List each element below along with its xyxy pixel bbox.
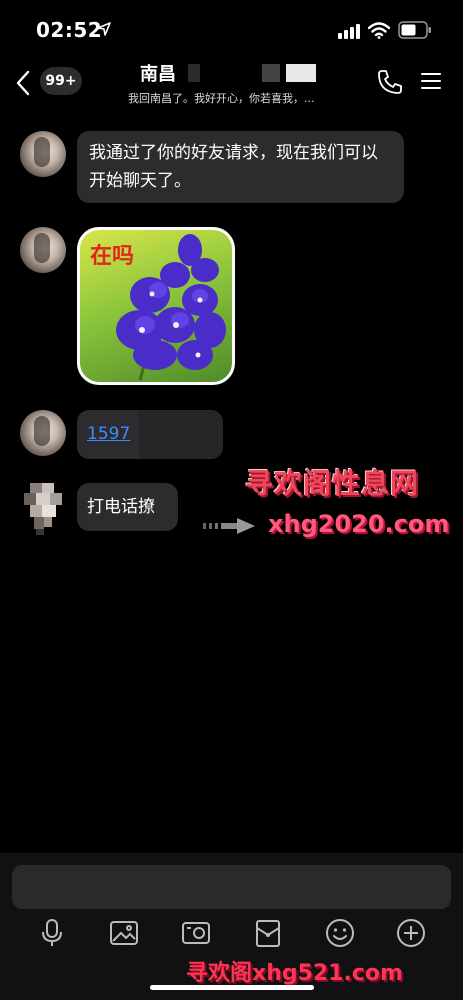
home-indicator[interactable] — [150, 985, 314, 990]
image-caption: 在吗 — [90, 244, 135, 269]
cellular-signal-icon — [338, 24, 360, 39]
back-button[interactable] — [14, 70, 34, 96]
microphone-icon[interactable] — [36, 917, 68, 949]
title-redaction — [286, 64, 316, 82]
menu-icon[interactable] — [420, 70, 442, 92]
status-bar: 02:52 — [0, 0, 463, 60]
location-arrow-icon — [97, 22, 111, 36]
emoji-icon[interactable] — [324, 917, 356, 949]
contact-avatar[interactable] — [20, 410, 66, 456]
image-message[interactable]: 在吗 — [77, 227, 235, 385]
phone-number-link[interactable]: 1597 — [87, 424, 130, 444]
phone-call-icon[interactable] — [376, 68, 404, 96]
plus-icon[interactable] — [395, 917, 427, 949]
arrow-right-icon — [203, 518, 255, 534]
orchid-image: 在吗 — [80, 230, 232, 382]
watermark-url: xhg2020.com — [268, 510, 450, 538]
chat-header: 99+ 南昌 我回南昌了。我好开心，你若喜我，... — [0, 60, 463, 108]
chat-subtitle: 我回南昌了。我好开心，你若喜我，... — [128, 92, 315, 105]
message-text: 打电话撩 — [87, 497, 155, 517]
phone-number-redaction — [139, 410, 223, 459]
contact-avatar[interactable] — [20, 227, 66, 273]
watermark-bottom: 寻欢阁xhg521.com — [186, 961, 403, 986]
red-packet-icon[interactable] — [252, 917, 284, 949]
contact-avatar-pixelated[interactable] — [20, 483, 66, 535]
title-redaction — [262, 64, 280, 82]
camera-icon[interactable] — [180, 917, 212, 949]
status-time: 02:52 — [36, 18, 103, 42]
wifi-icon — [368, 22, 390, 39]
unread-count-badge[interactable]: 99+ — [40, 67, 82, 95]
message-bubble[interactable]: 我通过了你的好友请求，现在我们可以开始聊天了。 — [77, 131, 404, 203]
title-redaction — [188, 64, 200, 82]
contact-avatar[interactable] — [20, 131, 66, 177]
message-bubble[interactable]: 1597 — [77, 410, 223, 459]
message-bubble[interactable]: 打电话撩 — [77, 483, 178, 531]
watermark-title: 寻欢阁性息网 — [245, 467, 420, 500]
message-text: 我通过了你的好友请求，现在我们可以开始聊天了。 — [89, 143, 378, 191]
chat-title-text: 南昌 — [140, 64, 176, 85]
image-icon[interactable] — [108, 917, 140, 949]
battery-icon — [398, 21, 431, 39]
message-input[interactable] — [12, 865, 451, 909]
